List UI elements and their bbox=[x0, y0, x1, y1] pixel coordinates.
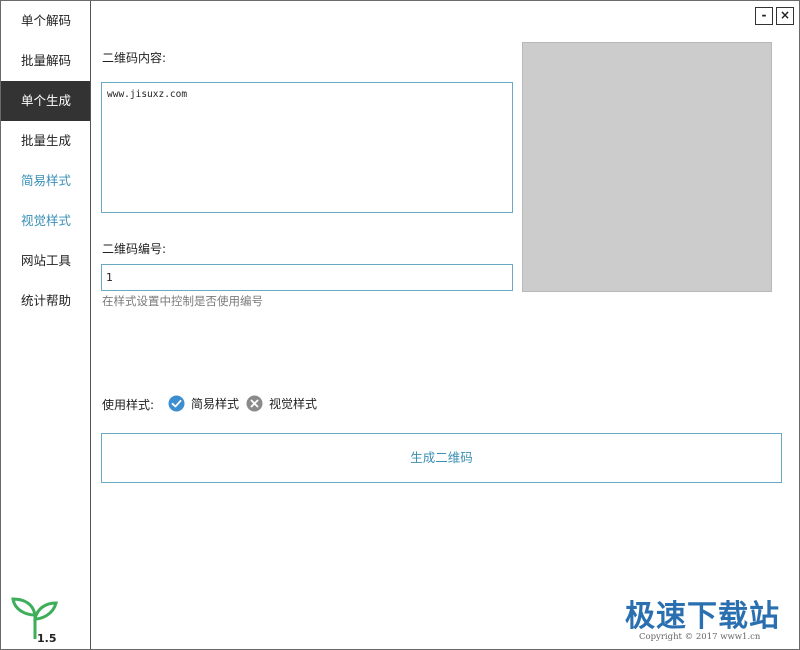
watermark: 极速下载站 Copyright © 2017 www1.cn bbox=[625, 599, 795, 643]
sidebar-item-simple-style[interactable]: 简易样式 bbox=[1, 161, 90, 201]
sidebar-item-single-generate[interactable]: 单个生成 bbox=[1, 81, 90, 121]
sidebar-item-stats-help[interactable]: 统计帮助 bbox=[1, 281, 90, 321]
qr-content-label: 二维码内容: bbox=[102, 51, 167, 65]
qr-number-label: 二维码编号: bbox=[102, 242, 167, 256]
sidebar-item-visual-style[interactable]: 视觉样式 bbox=[1, 201, 90, 241]
qr-content-textarea[interactable]: www.jisuxz.com bbox=[101, 82, 513, 213]
sidebar-item-batch-generate[interactable]: 批量生成 bbox=[1, 121, 90, 161]
sidebar-item-single-decode[interactable]: 单个解码 bbox=[1, 1, 90, 41]
style-label: 使用样式: bbox=[102, 398, 155, 412]
generate-qr-button[interactable]: 生成二维码 bbox=[101, 433, 782, 483]
unchecked-x-circle-icon bbox=[246, 395, 263, 411]
style-option-visual-label: 视觉样式 bbox=[269, 396, 318, 411]
checked-circle-icon bbox=[168, 395, 185, 411]
sidebar: 单个解码 批量解码 单个生成 批量生成 简易样式 视觉样式 网站工具 统计帮助 … bbox=[1, 1, 91, 649]
qr-preview-area bbox=[522, 42, 772, 292]
watermark-title: 极速下载站 bbox=[625, 599, 780, 634]
close-button[interactable]: × bbox=[776, 7, 794, 25]
minimize-button[interactable]: - bbox=[755, 7, 773, 25]
app-window: 单个解码 批量解码 单个生成 批量生成 简易样式 视觉样式 网站工具 统计帮助 … bbox=[0, 0, 800, 650]
style-option-simple-label: 简易样式 bbox=[191, 396, 240, 411]
style-option-visual[interactable]: 视觉样式 bbox=[246, 393, 317, 413]
sidebar-item-batch-decode[interactable]: 批量解码 bbox=[1, 41, 90, 81]
qr-number-input[interactable] bbox=[101, 264, 513, 291]
version-label: 1.5 bbox=[37, 632, 57, 645]
qr-number-hint: 在样式设置中控制是否使用编号 bbox=[102, 294, 263, 308]
sidebar-item-web-tools[interactable]: 网站工具 bbox=[1, 241, 90, 281]
style-option-simple[interactable]: 简易样式 bbox=[168, 393, 239, 413]
